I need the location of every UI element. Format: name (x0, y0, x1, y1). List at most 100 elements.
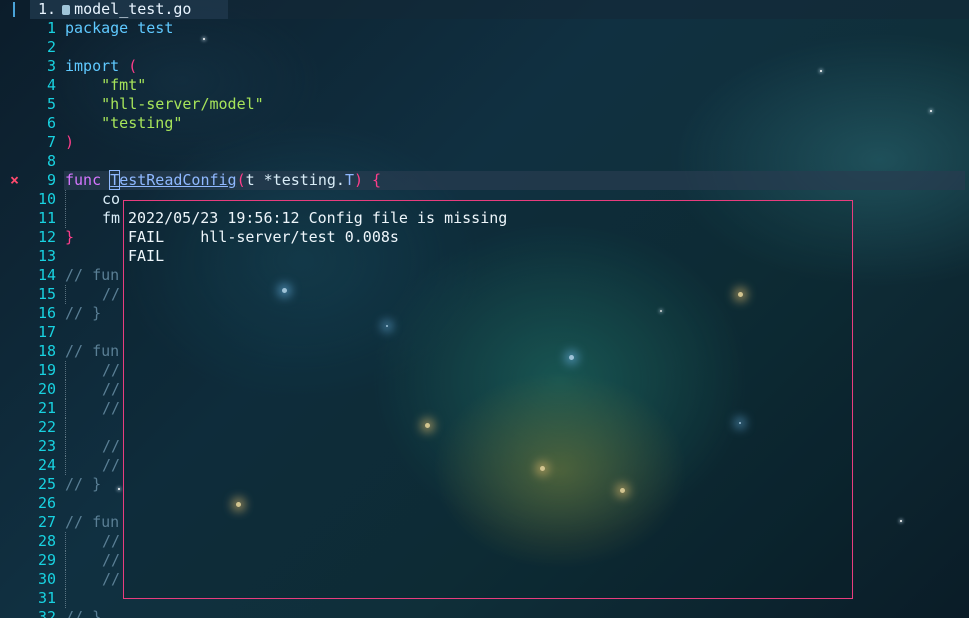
code-line[interactable]: 2 (0, 38, 969, 57)
indent-guide (65, 380, 102, 399)
indent-guide (65, 209, 102, 228)
line-number: 18 (37, 342, 56, 360)
tab-model-test-go[interactable]: 1. model_test.go (30, 0, 228, 19)
comment: // (102, 380, 121, 398)
line-number: 31 (37, 589, 56, 607)
indent-guide (65, 437, 102, 456)
code-line[interactable]: 6 "testing" (0, 114, 969, 133)
code-text (65, 418, 102, 437)
code-text: func TestReadConfig(t *testing.T) { (65, 170, 382, 190)
code-text: "fmt" (65, 76, 146, 95)
code-line[interactable]: 7) (0, 133, 969, 152)
paren: ( (119, 57, 138, 75)
keyword: package (65, 19, 129, 37)
code-text: co (65, 190, 120, 209)
code-text: // } (65, 475, 101, 494)
code-text: // fun (65, 342, 119, 361)
code-text: package test (65, 19, 173, 38)
line-number: 20 (37, 380, 56, 398)
output-line: FAIL hll-server/test 0.008s (128, 228, 399, 246)
code-line[interactable]: 3 import ( (0, 57, 969, 76)
comment: // (102, 570, 121, 588)
comment: // } (65, 475, 102, 493)
code-text: // (65, 551, 120, 570)
code-text: // (65, 532, 120, 551)
comment: // (102, 437, 121, 455)
go-file-icon (62, 5, 71, 15)
code-text: // (65, 570, 120, 589)
indent-guide (65, 570, 102, 589)
line-number: 10 (37, 190, 56, 208)
indent-guide (65, 551, 102, 570)
comment: // } (65, 608, 102, 618)
line-number: 17 (37, 323, 56, 341)
line-number: 21 (37, 399, 56, 417)
code-text: import ( (65, 57, 137, 76)
line-number: 28 (37, 532, 56, 550)
line-number: 27 (37, 513, 56, 531)
string-literal: "testing" (101, 114, 183, 132)
comment: // } (65, 304, 102, 322)
comment: // (102, 456, 121, 474)
paren: } (65, 228, 75, 246)
line-number: 16 (37, 304, 56, 322)
type: *testing. (254, 171, 345, 189)
line-number: 8 (46, 152, 56, 170)
code-text: "testing" (65, 114, 182, 133)
string-literal: "hll-server/model" (101, 95, 264, 113)
line-number: 24 (37, 456, 56, 474)
code-text: // (65, 399, 120, 418)
tab-filename: model_test.go (74, 0, 192, 18)
code-text: // (65, 437, 120, 456)
line-number: 25 (37, 475, 56, 493)
code-line[interactable]: 5 "hll-server/model" (0, 95, 969, 114)
line-number: 15 (37, 285, 56, 303)
tabline-indicator (13, 2, 15, 17)
code-text: // (65, 285, 120, 304)
type: T (344, 171, 354, 189)
line-number: 32 (37, 608, 56, 618)
comment: // fun (65, 342, 120, 360)
indent-guide (65, 456, 102, 475)
line-number: 6 (46, 114, 56, 132)
brace: { (363, 171, 382, 189)
line-number: 23 (37, 437, 56, 455)
code-line[interactable]: 32 // } (0, 608, 969, 618)
line-number: 9 (46, 171, 56, 189)
code-line[interactable]: × 9 func TestReadConfig(t *testing.T) { (0, 170, 969, 190)
code-text: // fun (65, 266, 119, 285)
line-number: 13 (37, 247, 56, 265)
indent-guide (65, 418, 102, 437)
code-line[interactable]: 4 "fmt" (0, 76, 969, 95)
code-text: ) (65, 133, 74, 152)
line-number: 26 (37, 494, 56, 512)
code-text: // fun (65, 513, 119, 532)
line-number: 11 (37, 209, 56, 227)
comment: // (102, 285, 121, 303)
package-name: test (128, 19, 174, 37)
output-line: FAIL (128, 247, 165, 265)
indent-guide (65, 532, 102, 551)
code-text: // (65, 361, 120, 380)
code-text: } (65, 228, 74, 247)
code-text: // (65, 380, 120, 399)
comment: // (102, 399, 121, 417)
tabline-fill (228, 0, 969, 19)
line-number: 7 (46, 133, 56, 151)
output-line: 2022/05/23 19:56:12 Config file is missi… (128, 209, 508, 227)
code-text: // } (65, 608, 101, 618)
line-number: 12 (37, 228, 56, 246)
line-number: 22 (37, 418, 56, 436)
tabline: 1. model_test.go (0, 0, 969, 19)
code-text: fm (65, 209, 120, 228)
paren: ) (354, 171, 364, 189)
paren: ) (65, 133, 75, 151)
tab-index: 1. (38, 0, 57, 18)
paren: ( (236, 171, 246, 189)
indent-guide (65, 361, 102, 380)
code-line[interactable]: 1 package test (0, 19, 969, 38)
code-text (65, 589, 102, 608)
line-number: 30 (37, 570, 56, 588)
line-number: 1 (46, 19, 56, 37)
code-line[interactable]: 8 (0, 152, 969, 171)
